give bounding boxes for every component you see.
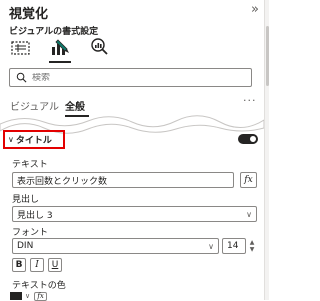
toggle-knob — [250, 136, 256, 142]
title-section-header[interactable]: ∨ タイトル — [3, 130, 65, 149]
italic-button[interactable]: I — [30, 258, 44, 272]
text-fx-button[interactable]: fx — [240, 172, 257, 188]
heading-dropdown[interactable]: 見出し 3 ∨ — [12, 206, 257, 222]
heading-label: 見出し — [12, 195, 40, 205]
title-toggle[interactable] — [238, 134, 258, 144]
scrollbar[interactable] — [264, 0, 269, 300]
font-family-dropdown[interactable]: DIN ∨ — [12, 238, 219, 254]
pane-title: 視覚化 — [9, 7, 49, 22]
chevron-down-icon: ∨ — [8, 135, 14, 144]
chevron-down-icon: ∨ — [246, 210, 252, 219]
underline-button[interactable]: U — [48, 258, 62, 272]
search-box — [9, 68, 252, 87]
visualizations-pane: 視覚化 » ビジュアルの書式設定 検索 ビジュアル 全般 ··· ∨ タイトル … — [0, 0, 264, 301]
bold-button[interactable]: B — [12, 258, 26, 272]
heading-dropdown-value: 見出し 3 — [17, 210, 53, 221]
section-title-label: タイトル — [15, 136, 52, 146]
font-family-value: DIN — [17, 241, 34, 251]
search-input[interactable] — [32, 72, 232, 83]
collapse-pane-icon[interactable]: » — [251, 2, 259, 17]
format-visual-icon-graphic — [52, 39, 69, 55]
text-color-label: テキストの色 — [12, 281, 66, 291]
font-label: フォント — [12, 228, 49, 238]
font-size-stepper[interactable]: ▲ ▼ — [246, 238, 258, 254]
color-fx-button[interactable]: fx — [34, 291, 48, 301]
title-text-input[interactable]: 表示回数とクリック数 — [12, 172, 234, 188]
analytics-icon[interactable] — [88, 36, 110, 58]
text-label: テキスト — [12, 160, 48, 170]
more-options-icon[interactable]: ··· — [243, 94, 257, 107]
active-icon-underline — [49, 61, 71, 63]
font-size-input[interactable]: 14 — [222, 238, 246, 254]
scrollbar-thumb[interactable] — [266, 26, 269, 86]
search-icon — [16, 72, 27, 83]
analytics-icon-graphic — [91, 38, 108, 55]
chevron-up-icon[interactable]: ▲ — [250, 239, 255, 246]
chevron-down-icon[interactable]: ▼ — [250, 246, 255, 253]
chevron-down-icon[interactable]: ∨ — [25, 292, 30, 300]
build-visual-icon-graphic — [11, 41, 30, 55]
text-color-picker[interactable]: ∨ fx — [10, 291, 48, 301]
color-swatch[interactable] — [10, 292, 22, 300]
chevron-down-icon: ∨ — [208, 242, 214, 251]
format-visual-icon[interactable] — [49, 36, 71, 63]
build-visual-icon[interactable] — [10, 36, 32, 58]
